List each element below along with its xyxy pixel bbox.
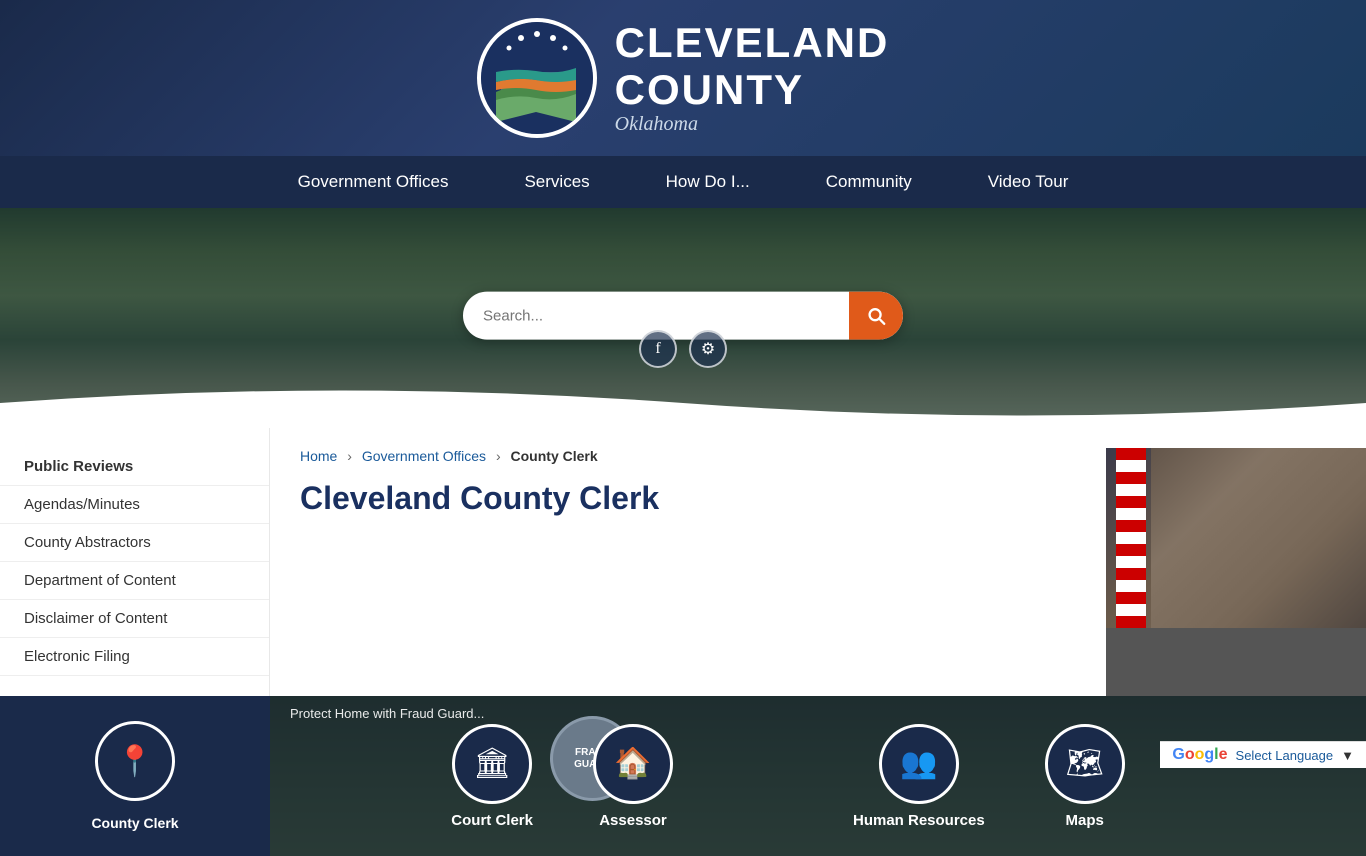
- sidebar-public-reviews[interactable]: Public Reviews: [0, 448, 269, 486]
- county-clerk-icon-circle: 📍: [95, 721, 175, 801]
- site-title: CLEVELAND COUNTY Oklahoma: [615, 20, 890, 135]
- breadcrumb-current: County Clerk: [511, 448, 598, 464]
- select-language-link[interactable]: Select Language: [1236, 748, 1334, 763]
- quick-link-maps[interactable]: 🗺 Maps: [1045, 724, 1125, 829]
- bottom-icons: 🏛 Court Clerk 🏠 Assessor 👥 Human R: [270, 696, 1366, 856]
- maps-label: Maps: [1066, 812, 1104, 829]
- breadcrumb-gov-offices[interactable]: Government Offices: [362, 448, 486, 464]
- court-clerk-icon-circle: 🏛: [452, 724, 532, 804]
- title-line2: COUNTY: [615, 66, 804, 113]
- bottom-row: 📍 County Clerk Protect Home with Fraud G…: [0, 696, 1366, 856]
- breadcrumb: Home › Government Offices › County Clerk: [300, 448, 1076, 464]
- search-icon: [865, 305, 887, 327]
- content-row: Public Reviews Agendas/Minutes County Ab…: [0, 428, 1366, 696]
- quick-link-human-resources[interactable]: 👥 Human Resources: [853, 724, 985, 829]
- social-icons: f ⚙: [639, 330, 727, 368]
- sidebar: Public Reviews Agendas/Minutes County Ab…: [0, 428, 270, 696]
- page-title: Cleveland County Clerk: [300, 480, 1076, 517]
- breadcrumb-home[interactable]: Home: [300, 448, 337, 464]
- hr-icon: 👥: [900, 746, 937, 781]
- breadcrumb-sep2: ›: [496, 448, 501, 464]
- bottom-main: Protect Home with Fraud Guard... FRAUDGU…: [270, 696, 1366, 856]
- main-content: Home › Government Offices › County Clerk…: [270, 428, 1106, 696]
- google-logo: Google: [1172, 746, 1227, 764]
- quick-link-assessor[interactable]: 🏠 Assessor: [593, 724, 673, 829]
- hr-label: Human Resources: [853, 812, 985, 829]
- site-header: CLEVELAND COUNTY Oklahoma Government Off…: [0, 0, 1366, 208]
- hero-banner: f ⚙: [0, 208, 1366, 428]
- nav-video-tour[interactable]: Video Tour: [950, 156, 1107, 208]
- main-nav: Government Offices Services How Do I... …: [0, 156, 1366, 208]
- facebook-icon[interactable]: f: [639, 330, 677, 368]
- translate-arrow: ▼: [1341, 748, 1354, 763]
- office-image: [1106, 448, 1366, 628]
- hero-wave: [0, 378, 1366, 428]
- site-logo[interactable]: [477, 18, 597, 138]
- bottom-sidebar-clerk[interactable]: 📍 County Clerk: [0, 696, 270, 856]
- assessor-icon-circle: 🏠: [593, 724, 673, 804]
- sidebar-agendas-minutes[interactable]: Agendas/Minutes: [0, 486, 269, 524]
- search-button[interactable]: [849, 292, 903, 340]
- assessor-icon: 🏠: [614, 746, 651, 781]
- maps-icon-circle: 🗺: [1045, 724, 1125, 804]
- sidebar-county-abstractors[interactable]: County Abstractors: [0, 524, 269, 562]
- right-side-image: [1106, 448, 1366, 696]
- nav-how-do-i[interactable]: How Do I...: [628, 156, 788, 208]
- court-clerk-icon: 🏛: [473, 746, 511, 781]
- sidebar-disclaimer[interactable]: Disclaimer of Content: [0, 600, 269, 638]
- flag: [1116, 448, 1146, 628]
- sidebar-department-content[interactable]: Department of Content: [0, 562, 269, 600]
- logo-area: CLEVELAND COUNTY Oklahoma: [477, 18, 890, 138]
- assessor-label: Assessor: [599, 812, 667, 829]
- main-and-image: Home › Government Offices › County Clerk…: [270, 428, 1366, 696]
- translate-bar: Google Select Language ▼: [1160, 741, 1366, 768]
- maps-icon: 🗺: [1066, 746, 1104, 781]
- sidebar-electronic-filing[interactable]: Electronic Filing: [0, 638, 269, 676]
- settings-icon[interactable]: ⚙: [689, 330, 727, 368]
- court-clerk-label: Court Clerk: [451, 812, 533, 829]
- nav-services[interactable]: Services: [486, 156, 627, 208]
- site-state: Oklahoma: [615, 113, 890, 136]
- quick-link-court-clerk[interactable]: 🏛 Court Clerk: [451, 724, 533, 829]
- breadcrumb-sep1: ›: [347, 448, 352, 464]
- nav-government-offices[interactable]: Government Offices: [260, 156, 487, 208]
- title-line1: CLEVELAND: [615, 19, 890, 66]
- county-clerk-map-icon: 📍: [116, 744, 153, 779]
- nav-community[interactable]: Community: [788, 156, 950, 208]
- county-clerk-label: County Clerk: [91, 815, 178, 831]
- hr-icon-circle: 👥: [879, 724, 959, 804]
